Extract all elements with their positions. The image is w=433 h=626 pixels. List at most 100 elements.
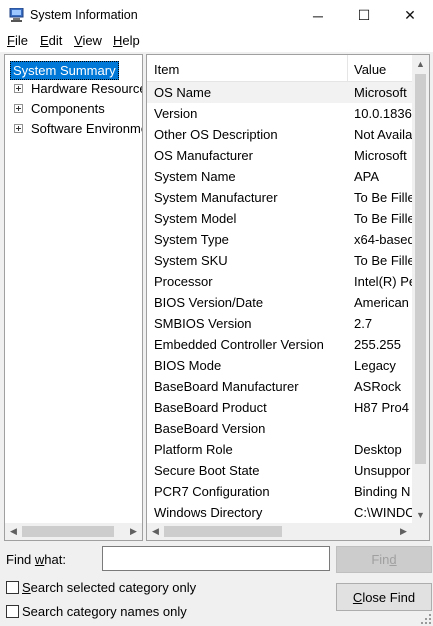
menu-view[interactable]: View <box>74 33 102 48</box>
tree-item-label: System Summary <box>10 61 119 80</box>
expand-plus-icon[interactable] <box>14 104 23 113</box>
expand-plus-icon[interactable] <box>14 124 23 133</box>
tree-item-components[interactable]: Components <box>5 99 142 119</box>
row-item-cell: System Manufacturer <box>154 190 278 205</box>
list-row[interactable]: BaseBoard Product H87 Pro4 <box>147 397 413 418</box>
list-row[interactable]: Version 10.0.1836 <box>147 103 413 124</box>
row-value-cell: Microsoft <box>354 148 407 163</box>
menu-edit[interactable]: Edit <box>40 33 62 48</box>
list-row[interactable]: Processor Intel(R) Pe <box>147 271 413 292</box>
row-value-cell: Intel(R) Pe <box>354 274 413 289</box>
list-row[interactable]: BaseBoard Version <box>147 418 413 439</box>
menu-file[interactable]: File <box>7 33 28 48</box>
row-item-cell: OS Name <box>154 85 212 100</box>
row-item-cell: Other OS Description <box>154 127 278 142</box>
list-row[interactable]: SMBIOS Version 2.7 <box>147 313 413 334</box>
tree-item-hardware-resources[interactable]: Hardware Resources <box>5 79 143 99</box>
row-value-cell: 10.0.1836 <box>354 106 412 121</box>
list-row[interactable]: System Model To Be Fille <box>147 208 413 229</box>
column-header-value[interactable]: Value <box>354 62 386 77</box>
row-value-cell: Unsuppor <box>354 463 411 478</box>
scroll-up-icon[interactable]: ▲ <box>412 55 429 72</box>
row-item-cell: PCR7 Configuration <box>154 484 270 499</box>
list-row[interactable]: System SKU To Be Fille <box>147 250 413 271</box>
list-row[interactable]: System Type x64-based <box>147 229 413 250</box>
tree-item-system-summary[interactable]: System Summary <box>5 58 135 80</box>
column-divider[interactable] <box>347 55 348 81</box>
row-item-cell: BIOS Mode <box>154 358 222 373</box>
list-row[interactable]: Secure Boot State Unsuppor <box>147 460 413 481</box>
row-item-cell: System Model <box>154 211 237 226</box>
checkbox-unchecked-icon[interactable] <box>6 581 19 594</box>
list-vertical-scrollbar[interactable]: ▲ ▼ <box>412 55 429 523</box>
list-row[interactable]: OS Name Microsoft <box>147 82 413 103</box>
scroll-right-icon[interactable]: ▶ <box>125 523 142 540</box>
resize-grip-icon[interactable] <box>421 614 431 624</box>
find-button[interactable]: Find <box>336 546 432 573</box>
row-item-cell: BaseBoard Manufacturer <box>154 379 299 394</box>
details-list[interactable]: Item Value OS Name Microsoft Version 10.0.1… <box>146 54 430 541</box>
list-row[interactable]: OS Manufacturer Microsoft <box>147 145 413 166</box>
list-header: Item Value <box>147 55 413 82</box>
scroll-right-icon[interactable]: ▶ <box>395 523 412 540</box>
tree-item-label: Components <box>31 101 105 116</box>
expand-plus-icon[interactable] <box>14 84 23 93</box>
minimize-button[interactable]: ─ <box>295 0 341 31</box>
close-icon: ✕ <box>404 7 416 23</box>
tree-item-label: Hardware Resources <box>31 81 143 96</box>
list-row[interactable]: BaseBoard Manufacturer ASRock <box>147 376 413 397</box>
maximize-button[interactable]: ☐ <box>341 0 387 31</box>
list-row[interactable]: PCR7 Configuration Binding N <box>147 481 413 502</box>
row-value-cell: H87 Pro4 <box>354 400 409 415</box>
scroll-down-icon[interactable]: ▼ <box>412 506 429 523</box>
scrollbar-corner <box>412 523 429 540</box>
menu-bar: File Edit View Help <box>0 31 433 52</box>
category-tree[interactable]: System Summary Hardware Resources Compon… <box>4 54 143 541</box>
find-what-input[interactable] <box>102 546 330 571</box>
row-item-cell: System Name <box>154 169 236 184</box>
list-row[interactable]: Platform Role Desktop <box>147 439 413 460</box>
row-value-cell: To Be Fille <box>354 211 413 226</box>
list-horizontal-scrollbar[interactable]: ◀ ▶ <box>147 523 412 540</box>
list-row[interactable]: BIOS Mode Legacy <box>147 355 413 376</box>
menu-help[interactable]: Help <box>113 33 140 48</box>
scroll-left-icon[interactable]: ◀ <box>5 523 22 540</box>
list-row[interactable]: System Name APA <box>147 166 413 187</box>
row-item-cell: Secure Boot State <box>154 463 260 478</box>
row-item-cell: Windows Directory <box>154 505 263 520</box>
row-item-cell: BIOS Version/Date <box>154 295 264 310</box>
scroll-thumb[interactable] <box>415 74 426 464</box>
close-find-button[interactable]: Close Find <box>336 583 432 611</box>
row-item-cell: Processor <box>154 274 213 289</box>
row-item-cell: Version <box>154 106 198 121</box>
title-bar: System Information ─ ☐ ✕ <box>0 0 433 31</box>
tree-item-software-environment[interactable]: Software Environment <box>5 119 142 139</box>
list-row[interactable]: Embedded Controller Version 255.255 <box>147 334 413 355</box>
row-item-cell: SMBIOS Version <box>154 316 252 331</box>
list-row[interactable]: System Manufacturer To Be Fille <box>147 187 413 208</box>
row-item-cell: System SKU <box>154 253 228 268</box>
row-value-cell: 255.255 <box>354 337 401 352</box>
column-header-item[interactable]: Item <box>154 62 179 77</box>
find-button-label: Find <box>371 552 397 567</box>
row-value-cell: Legacy <box>354 358 396 373</box>
option-label: Search selected category only <box>22 580 197 595</box>
window-title: System Information <box>30 8 138 22</box>
row-value-cell: Not Availa <box>354 127 413 142</box>
checkbox-unchecked-icon[interactable] <box>6 605 19 618</box>
tree-horizontal-scrollbar[interactable]: ◀ ▶ <box>5 523 142 540</box>
close-button[interactable]: ✕ <box>387 0 433 31</box>
list-row[interactable]: Other OS Description Not Availa <box>147 124 413 145</box>
row-item-cell: Platform Role <box>154 442 233 457</box>
scroll-thumb[interactable] <box>22 526 114 537</box>
tree-item-label: Software Environment <box>31 121 142 136</box>
row-value-cell: 2.7 <box>354 316 373 331</box>
row-item-cell: BaseBoard Product <box>154 400 267 415</box>
scroll-thumb[interactable] <box>164 526 282 537</box>
list-row[interactable]: Windows Directory C:\WINDO <box>147 502 413 523</box>
list-row[interactable]: BIOS Version/Date American <box>147 292 413 313</box>
row-value-cell: To Be Fille <box>354 190 413 205</box>
minimize-icon: ─ <box>313 7 323 24</box>
scroll-left-icon[interactable]: ◀ <box>147 523 164 540</box>
row-item-cell: Embedded Controller Version <box>154 337 324 352</box>
